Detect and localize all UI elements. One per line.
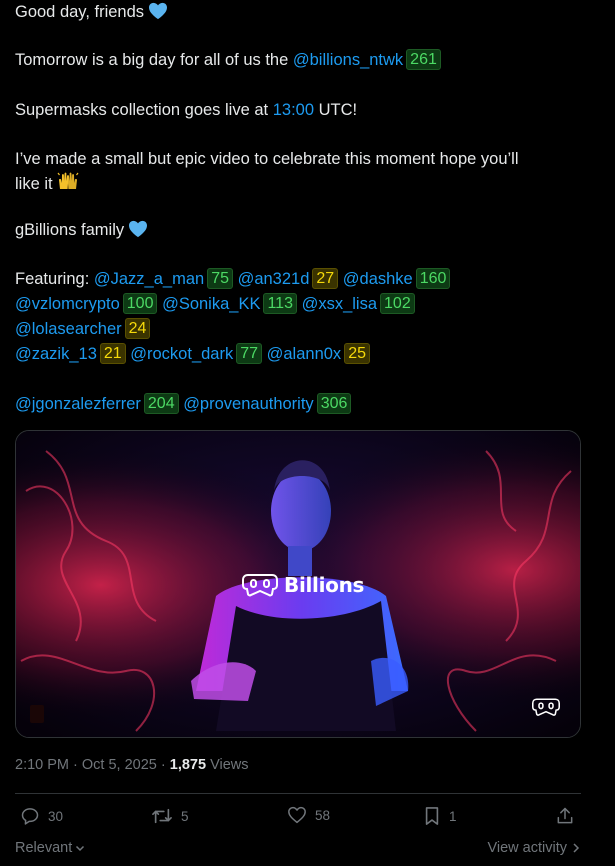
mention-link[interactable]: @Jazz_a_man	[94, 270, 204, 288]
score-badge: 77	[236, 343, 263, 364]
tweet-line-family: gBillions family	[15, 218, 148, 246]
score-badge: 27	[312, 268, 339, 289]
brand-text: Billions	[284, 573, 365, 597]
score-badge: 204	[143, 393, 179, 414]
meta-separator: ·	[156, 757, 170, 773]
watermark-mask-icon	[532, 697, 560, 717]
mention-link[interactable]: @dashke	[343, 270, 413, 288]
featuring-line-2: @vzlomcrypto 100 @Sonika_KK 113 @xsx_lisa 1…	[15, 292, 415, 317]
mention-link[interactable]: @Sonika_KK	[162, 295, 260, 313]
tweet-line-video: I’ve made a small but epic video to cele…	[15, 147, 519, 172]
greeting-text: Good day, friends	[15, 3, 145, 21]
tweet-meta: 2:10 PM · Oct 5, 2025 · 1,875 Views	[15, 757, 249, 773]
chevron-down-icon	[76, 845, 85, 852]
score-badge: 261	[406, 49, 441, 70]
score-badge: 113	[263, 293, 297, 314]
featuring-line-5: @jgonzalezferrer 204 @provenauthority 306	[15, 392, 352, 417]
reply-count: 30	[48, 808, 64, 824]
mention-link[interactable]: @an321d	[238, 270, 310, 288]
chevron-right-icon	[573, 843, 580, 853]
tweet-line-tomorrow: Tomorrow is a big day for all of us the …	[15, 48, 441, 73]
bookmark-button[interactable]: 1	[423, 806, 457, 826]
relevant-label: Relevant	[15, 840, 73, 856]
mention-link[interactable]: @rockot_dark	[130, 345, 233, 363]
score-badge: 21	[99, 343, 126, 364]
score-badge: 160	[415, 268, 451, 289]
featuring-line-4: @zazik_13 21 @rockot_dark 77 @alann0x 25	[15, 342, 370, 367]
score-badge: 102	[380, 293, 415, 314]
view-activity-label: View activity	[487, 840, 567, 856]
repost-icon	[152, 808, 172, 824]
mention-billions-ntwk[interactable]: @billions_ntwk	[293, 51, 403, 69]
views-label: Views	[206, 757, 249, 773]
billions-logo: Billions	[242, 573, 364, 597]
utc-text: UTC!	[314, 101, 358, 119]
repost-count: 5	[181, 808, 189, 824]
supermasks-text: Supermasks collection goes live at	[15, 101, 273, 119]
tweet-time[interactable]: 2:10 PM	[15, 757, 69, 773]
reply-button[interactable]: 30	[20, 806, 63, 826]
bookmark-icon	[425, 807, 439, 825]
share-icon	[557, 807, 573, 824]
featuring-line-1: Featuring: @Jazz_a_man 75 @an321d 27 @dash…	[15, 267, 451, 292]
featuring-label: Featuring:	[15, 270, 94, 288]
meta-separator: ·	[69, 757, 82, 773]
tweet-line-likeit: like it	[15, 171, 79, 199]
heart-icon	[288, 806, 306, 824]
blue-heart-icon	[148, 2, 168, 28]
tomorrow-text: Tomorrow is a big day for all of us the	[15, 51, 293, 69]
score-badge: 306	[316, 393, 352, 414]
score-badge: 75	[207, 268, 233, 289]
mention-link[interactable]: @vzlomcrypto	[15, 295, 120, 313]
views-count: 1,875	[169, 757, 207, 773]
mention-link[interactable]: @alann0x	[267, 345, 342, 363]
blue-heart-icon	[128, 220, 148, 246]
bookmark-count: 1	[449, 808, 457, 824]
reply-icon	[21, 808, 39, 825]
score-badge: 100	[122, 293, 158, 314]
relevant-sort-dropdown[interactable]: Relevant	[15, 840, 86, 856]
repost-button[interactable]: 5	[151, 806, 189, 826]
mention-link[interactable]: @jgonzalezferrer	[15, 395, 141, 413]
featuring-line-3: @lolasearcher 24	[15, 317, 151, 342]
like-button[interactable]: 58	[287, 806, 330, 824]
video-control-square[interactable]	[30, 705, 44, 723]
video-text: I’ve made a small but epic video to cele…	[15, 150, 519, 168]
video-media[interactable]: Billions	[15, 430, 581, 738]
time-link[interactable]: 13:00	[273, 101, 314, 119]
like-count: 58	[315, 807, 331, 823]
score-badge: 25	[344, 343, 370, 364]
score-badge: 24	[124, 318, 151, 339]
share-button[interactable]	[555, 806, 575, 826]
mention-link[interactable]: @provenauthority	[183, 395, 314, 413]
action-bar: 30 5 58 1	[15, 806, 581, 830]
raising-hands-icon	[57, 171, 79, 199]
tweet-line-supermasks: Supermasks collection goes live at 13:00…	[15, 98, 357, 123]
like-it-text: like it	[15, 175, 53, 193]
tweet-line-greeting: Good day, friends	[15, 0, 168, 28]
view-activity-link[interactable]: View activity	[487, 840, 581, 856]
family-text: gBillions family	[15, 221, 125, 239]
billions-mask-icon	[242, 574, 278, 597]
mention-link[interactable]: @zazik_13	[15, 345, 97, 363]
mention-link[interactable]: @lolasearcher	[15, 320, 122, 338]
tweet-date[interactable]: Oct 5, 2025	[82, 757, 157, 773]
divider	[15, 793, 581, 794]
mention-link[interactable]: @xsx_lisa	[302, 295, 377, 313]
